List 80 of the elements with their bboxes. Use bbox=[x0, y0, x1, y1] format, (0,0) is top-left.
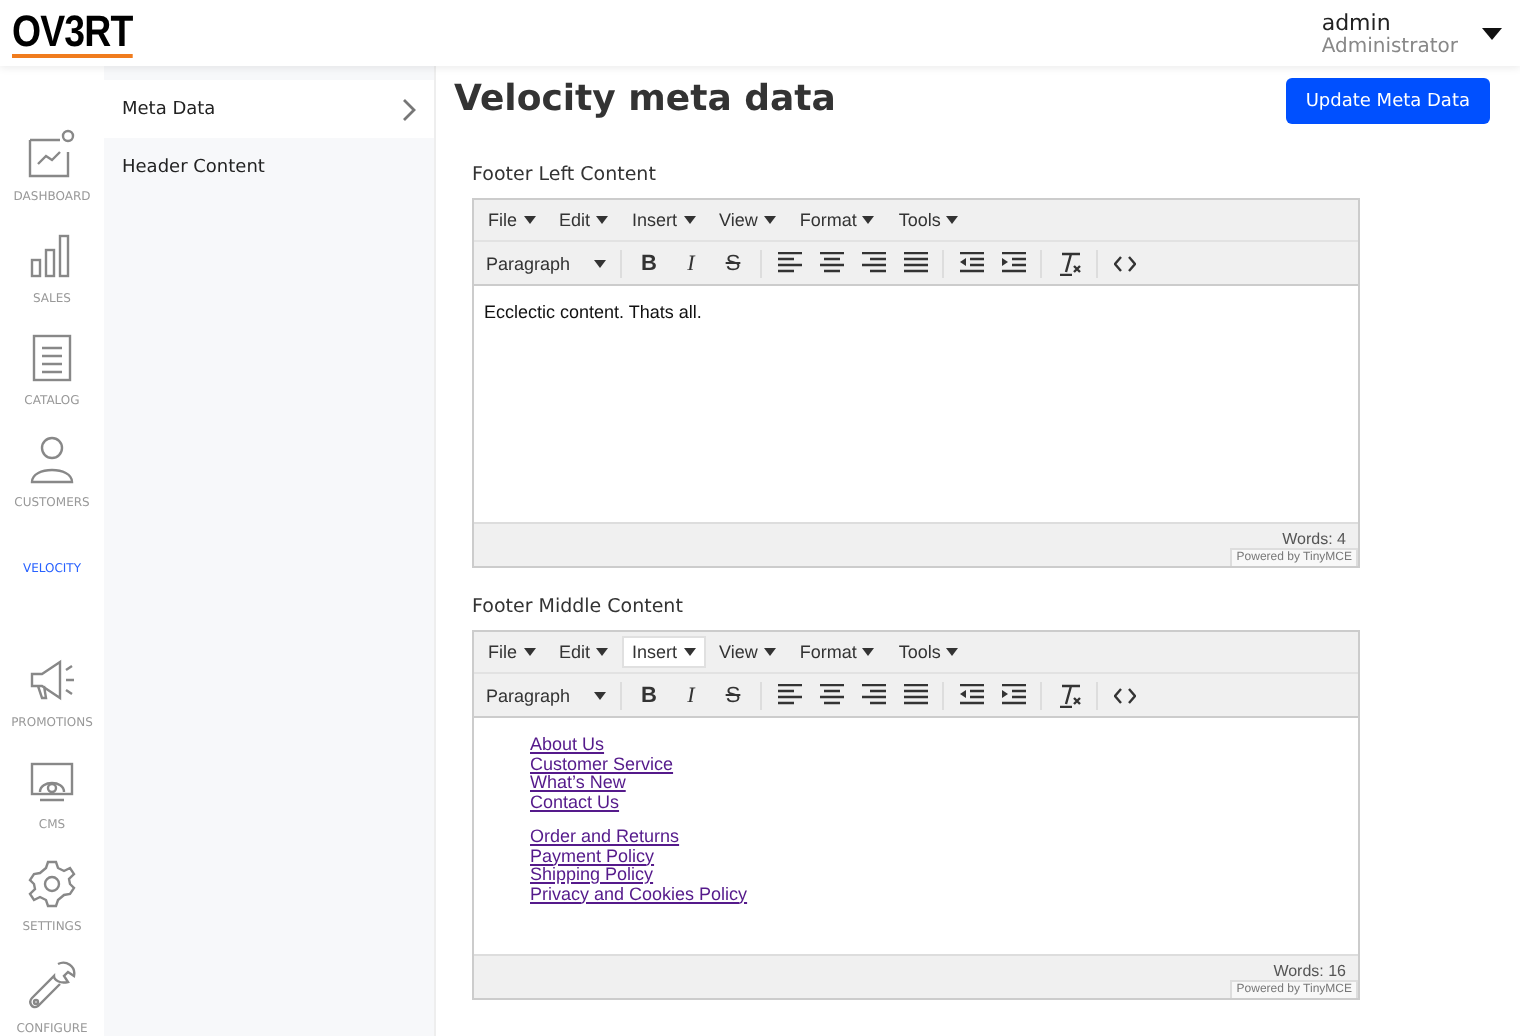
bold-button[interactable]: B bbox=[628, 677, 670, 713]
menu-button[interactable]: Edit bbox=[549, 204, 619, 236]
caret-icon bbox=[946, 216, 959, 224]
submenu-item[interactable]: Header Content bbox=[104, 138, 434, 196]
caret-icon[interactable] bbox=[1482, 27, 1502, 39]
person-icon bbox=[30, 435, 74, 484]
footer-link[interactable]: Order and Returns bbox=[530, 828, 680, 847]
outdent-icon bbox=[959, 252, 983, 274]
clear-format-icon bbox=[1057, 683, 1081, 707]
page-title: Velocity meta data bbox=[454, 78, 836, 120]
code-icon bbox=[1114, 255, 1136, 271]
logo: OV3RT bbox=[12, 9, 133, 57]
strikethrough-button[interactable]: S bbox=[712, 677, 754, 713]
caret-icon bbox=[683, 648, 696, 656]
document-icon bbox=[32, 333, 72, 382]
menu-button[interactable]: Tools bbox=[888, 204, 969, 236]
submenu-item[interactable]: Meta Data bbox=[104, 80, 434, 138]
caret-icon bbox=[594, 691, 606, 699]
caret-icon bbox=[763, 648, 776, 656]
align-icon bbox=[777, 684, 801, 706]
italic-button[interactable]: I bbox=[670, 245, 712, 281]
field-label: Footer Left Content bbox=[472, 164, 658, 186]
footer-link[interactable]: About Us bbox=[530, 736, 605, 755]
align-icon bbox=[903, 684, 927, 706]
caret-icon bbox=[683, 216, 696, 224]
italic-button[interactable]: I bbox=[670, 677, 712, 713]
update-button[interactable]: Update Meta Data bbox=[1285, 78, 1490, 124]
user-name: admin bbox=[1321, 9, 1393, 35]
field-label: Footer Middle Content bbox=[472, 596, 685, 618]
menu-button[interactable]: View bbox=[709, 204, 786, 236]
word-count: Words: 4 bbox=[1282, 530, 1346, 548]
footer-link[interactable]: Payment Policy bbox=[530, 847, 655, 866]
clear-format-icon bbox=[1057, 251, 1081, 275]
bold-button[interactable]: B bbox=[628, 245, 670, 281]
wrench-icon bbox=[26, 960, 78, 1012]
caret-icon bbox=[763, 216, 776, 224]
footer-link[interactable]: Privacy and Cookies Policy bbox=[530, 885, 748, 904]
footer-link[interactable]: Customer Service bbox=[530, 755, 674, 774]
monitor-icon bbox=[30, 762, 74, 803]
align-icon bbox=[861, 252, 885, 274]
bar-chart-icon bbox=[30, 233, 74, 278]
menu-button[interactable]: Insert bbox=[622, 636, 706, 668]
gear-icon bbox=[28, 860, 76, 909]
menu-button[interactable]: Format bbox=[789, 636, 885, 668]
caret-icon bbox=[946, 648, 959, 656]
footer-link[interactable]: What’s New bbox=[530, 774, 626, 793]
user-role: Administrator bbox=[1321, 35, 1458, 57]
word-count: Words: 16 bbox=[1273, 962, 1346, 980]
align-icon bbox=[861, 684, 885, 706]
menu-button[interactable]: Edit bbox=[549, 636, 619, 668]
menu-button[interactable]: Format bbox=[789, 204, 885, 236]
align-icon bbox=[819, 684, 843, 706]
indent-icon bbox=[1001, 684, 1025, 706]
caret-icon bbox=[596, 648, 609, 656]
outdent-icon bbox=[959, 684, 983, 706]
align-icon bbox=[903, 252, 927, 274]
strikethrough-button[interactable]: S bbox=[712, 245, 754, 281]
footer-link[interactable]: Contact Us bbox=[530, 793, 620, 812]
menu-button[interactable]: File bbox=[478, 636, 546, 668]
chevron-right-icon bbox=[402, 97, 416, 121]
editor-text: Ecclectic content. Thats all. bbox=[484, 302, 704, 322]
menu-button[interactable]: Tools bbox=[888, 636, 969, 668]
indent-icon bbox=[1001, 252, 1025, 274]
menu-button[interactable]: View bbox=[709, 636, 786, 668]
caret-icon bbox=[862, 648, 875, 656]
chart-icon bbox=[26, 127, 78, 180]
caret-icon bbox=[862, 216, 875, 224]
format-dropdown[interactable]: Paragraph bbox=[478, 253, 614, 273]
format-dropdown[interactable]: Paragraph bbox=[478, 685, 614, 705]
megaphone-icon bbox=[28, 658, 76, 703]
align-icon bbox=[819, 252, 843, 274]
code-icon bbox=[1114, 687, 1136, 703]
menu-button[interactable]: File bbox=[478, 204, 546, 236]
caret-icon bbox=[596, 216, 609, 224]
menu-button[interactable]: Insert bbox=[622, 204, 706, 236]
caret-icon bbox=[594, 259, 606, 267]
caret-icon bbox=[523, 216, 536, 224]
footer-link[interactable]: Shipping Policy bbox=[530, 866, 654, 885]
align-icon bbox=[777, 252, 801, 274]
caret-icon bbox=[523, 648, 536, 656]
